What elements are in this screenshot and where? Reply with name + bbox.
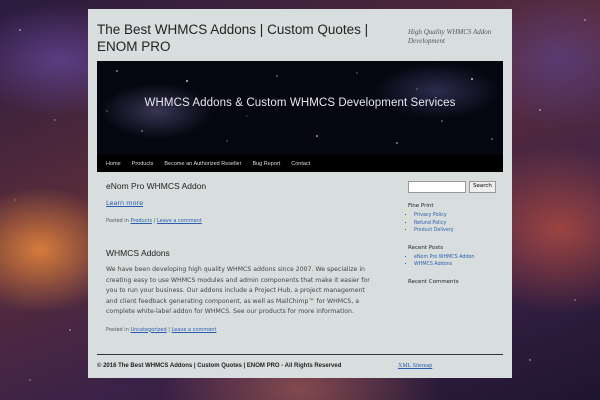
fine-print-list: Privacy Policy Refund Policy Product Del… — [408, 212, 504, 235]
recent-comments-title: Recent Comments — [408, 278, 459, 285]
nav-bug-report[interactable]: Bug Report — [252, 161, 280, 167]
post-meta: Posted in Products | Leave a comment — [106, 218, 376, 224]
main-nav: Home Products Become an Authorized Resel… — [97, 155, 503, 172]
category-link[interactable]: Uncategorized — [130, 327, 166, 333]
category-link[interactable]: Products — [130, 218, 152, 224]
recent-posts-title: Recent Posts — [408, 244, 444, 251]
list-item[interactable]: eNom Pro WHMCS Addon — [414, 254, 504, 262]
post: WHMCS Addons We have been developing hig… — [106, 248, 376, 333]
nav-reseller[interactable]: Become an Authorized Reseller — [164, 161, 241, 167]
main-content: eNom Pro WHMCS Addon Learn more Posted i… — [106, 181, 376, 333]
page-container: The Best WHMCS Addons | Custom Quotes | … — [88, 9, 512, 378]
header-banner: WHMCS Addons & Custom WHMCS Development … — [97, 61, 503, 155]
nav-contact[interactable]: Contact — [291, 161, 310, 167]
post-title[interactable]: WHMCS Addons — [106, 248, 376, 258]
search-button[interactable]: Search — [469, 181, 496, 193]
site-description: High Quality WHMCS Addon Development — [408, 28, 492, 45]
list-item[interactable]: Product Delivery — [414, 227, 504, 235]
posted-in-label: Posted in — [106, 218, 129, 224]
meta-separator: | — [153, 218, 156, 224]
fine-print-title: Fine Print — [408, 203, 434, 209]
nav-products[interactable]: Products — [132, 161, 154, 167]
post: eNom Pro WHMCS Addon Learn more Posted i… — [106, 181, 376, 224]
xml-sitemap-link[interactable]: XML Sitemap — [398, 363, 432, 369]
footer-divider — [97, 354, 503, 355]
meta-separator: | — [168, 326, 170, 333]
post-body: We have been developing high quality WHM… — [106, 266, 370, 315]
banner-text: WHMCS Addons & Custom WHMCS Development … — [144, 97, 456, 109]
leave-comment-link[interactable]: Leave a comment — [157, 218, 202, 224]
learn-more-link[interactable]: Learn more — [106, 199, 376, 207]
list-item[interactable]: Refund Policy — [414, 220, 504, 228]
footer-copyright: © 2016 The Best WHMCS Addons | Custom Qu… — [97, 363, 342, 369]
leave-comment-link[interactable]: Leave a comment — [172, 327, 217, 333]
list-item[interactable]: Privacy Policy — [414, 212, 504, 220]
site-title[interactable]: The Best WHMCS Addons | Custom Quotes | … — [97, 21, 397, 55]
search-form: Search — [408, 181, 504, 193]
posted-in-label: Posted in — [106, 326, 129, 333]
list-item[interactable]: WHMCS Addons — [414, 261, 504, 269]
recent-posts-list: eNom Pro WHMCS Addon WHMCS Addons — [408, 254, 504, 269]
post-meta: Posted in Uncategorized | Leave a commen… — [106, 327, 376, 333]
search-input[interactable] — [408, 181, 466, 193]
sidebar: Search Fine Print Privacy Policy Refund … — [408, 181, 504, 285]
post-title[interactable]: eNom Pro WHMCS Addon — [106, 181, 376, 191]
nav-home[interactable]: Home — [106, 161, 121, 167]
